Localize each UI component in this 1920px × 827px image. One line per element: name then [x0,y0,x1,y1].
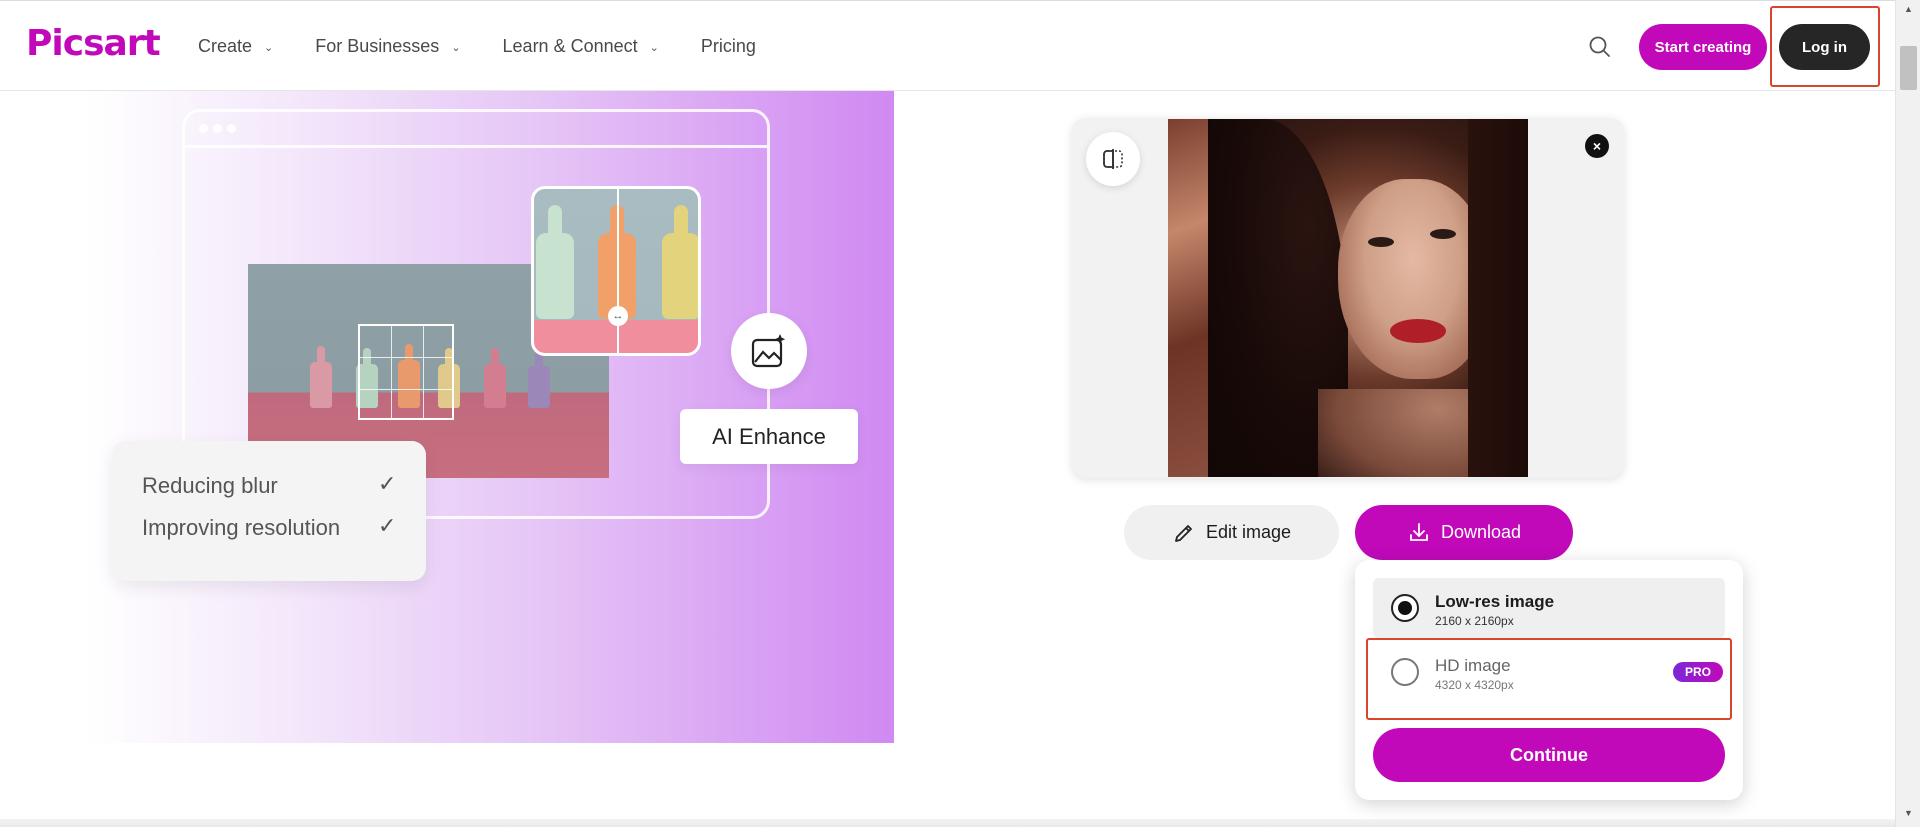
crop-selection [358,324,454,420]
result-image [1168,119,1528,477]
top-navbar: Picsart Create ⌄ For Businesses ⌄ Learn … [0,0,1895,91]
vertical-scrollbar[interactable]: ▲ ▼ [1895,0,1920,827]
compare-handle-icon: ↔ [608,306,628,326]
picsart-logo[interactable]: Picsart [26,23,161,64]
download-button[interactable]: Download [1355,505,1573,560]
image-preview-card: × [1072,118,1624,478]
option-low-res-size: 2160 x 2160px [1435,614,1514,628]
nav-pricing[interactable]: Pricing [701,36,756,57]
zoomed-photo: ↔ [531,186,701,356]
nav-pricing-label: Pricing [700,36,756,56]
login-highlight-box [1770,6,1880,87]
scroll-up-arrow-icon[interactable]: ▲ [1904,4,1913,14]
hero-illustration: ↔ AI Enhance Reducing blur ✓ Improving r… [86,91,894,743]
chevron-down-icon: ⌄ [451,42,461,54]
ai-enhance-label: AI Enhance [680,409,858,464]
checklist-item-label: Improving resolution [142,515,341,540]
search-icon[interactable] [1587,34,1613,60]
nav-for-businesses-label: For Businesses [315,36,440,56]
checkmark-icon: ✓ [378,471,397,496]
scroll-down-arrow-icon[interactable]: ▼ [1904,808,1913,818]
close-icon[interactable]: × [1585,134,1609,158]
compare-icon[interactable] [1086,132,1140,186]
main-nav: Create ⌄ For Businesses ⌄ Learn & Connec… [198,1,798,92]
hd-option-highlight-box [1366,638,1732,720]
download-label: Download [1440,522,1522,542]
edit-image-label: Edit image [1205,522,1292,542]
nav-create[interactable]: Create ⌄ [198,36,273,57]
chevron-down-icon: ⌄ [649,42,659,54]
continue-button[interactable]: Continue [1373,728,1725,782]
window-dot [227,124,236,133]
nav-learn-connect[interactable]: Learn & Connect ⌄ [503,36,659,57]
page-bottom-edge [0,819,1895,827]
radio-selected-icon[interactable] [1391,594,1419,622]
checklist-item-label: Reducing blur [142,473,278,498]
start-creating-button[interactable]: Start creating [1639,24,1767,70]
nav-for-businesses[interactable]: For Businesses ⌄ [315,36,460,57]
download-icon [1410,522,1428,541]
chevron-down-icon: ⌄ [264,42,274,54]
edit-image-button[interactable]: Edit image [1124,505,1339,560]
checkmark-icon: ✓ [378,513,397,538]
enhancement-checklist: Reducing blur ✓ Improving resolution ✓ [112,441,426,581]
nav-create-label: Create [198,36,253,56]
pencil-icon [1175,524,1192,542]
compare-divider [617,189,619,353]
window-dot [199,124,208,133]
window-dot [213,124,222,133]
nav-learn-connect-label: Learn & Connect [502,36,638,56]
option-low-res-title: Low-res image [1435,592,1555,611]
option-low-res[interactable]: Low-res image 2160 x 2160px [1373,578,1725,638]
scrollbar-thumb[interactable] [1900,46,1917,90]
ai-enhance-icon [731,313,807,389]
